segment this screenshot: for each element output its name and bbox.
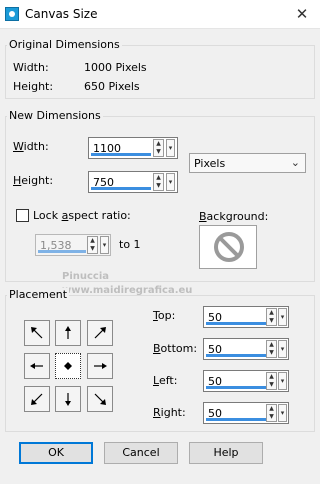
left-input[interactable]: 50 ▲ ▼ ▾ <box>203 370 289 392</box>
arrow-up-icon <box>65 326 71 339</box>
original-width-label: Width: <box>13 61 49 74</box>
chevron-down-icon[interactable]: ▾ <box>166 173 175 191</box>
bottom-input[interactable]: 50 ▲ ▼ ▾ <box>203 338 289 360</box>
original-height-label: Height: <box>13 80 54 93</box>
aspect-ratio-bar <box>38 250 86 253</box>
arrow-down-icon <box>65 393 71 406</box>
chevron-down-icon[interactable]: ▾ <box>166 139 175 157</box>
spin-arrows-icon[interactable]: ▲ ▼ <box>266 372 277 390</box>
title-bar: Canvas Size ✕ <box>0 0 320 29</box>
aspect-ratio-input[interactable]: 1,538 ▲ ▼ ▾ <box>35 234 111 256</box>
new-dimensions-title: New Dimensions <box>7 109 103 122</box>
close-button[interactable]: ✕ <box>292 4 312 24</box>
chevron-down-icon[interactable]: ▾ <box>278 372 287 390</box>
spin-arrows-icon[interactable]: ▲ ▼ <box>153 139 164 157</box>
right-label: Right: <box>153 406 186 419</box>
background-label: Background: <box>199 210 269 223</box>
anchor-bottom-left[interactable] <box>24 386 50 412</box>
spin-arrows-icon[interactable]: ▲ ▼ <box>266 308 277 326</box>
chevron-down-icon[interactable]: ▾ <box>278 340 287 358</box>
help-button[interactable]: Help <box>189 442 263 464</box>
original-dimensions-title: Original Dimensions <box>7 38 122 51</box>
arrow-down-left-icon <box>31 393 43 405</box>
units-value: Pixels <box>194 157 226 170</box>
spin-arrows-icon[interactable]: ▲ ▼ <box>266 340 277 358</box>
original-width-value: 1000 Pixels <box>84 61 147 74</box>
new-height-input[interactable]: 750 ▲ ▼ ▾ <box>88 171 178 193</box>
watermark-line1: Pinuccia <box>62 271 110 282</box>
app-icon <box>5 7 19 21</box>
cancel-button[interactable]: Cancel <box>104 442 178 464</box>
anchor-bottom-right[interactable] <box>87 386 113 412</box>
anchor-right[interactable] <box>87 353 113 379</box>
center-diamond-icon <box>64 362 72 370</box>
ok-button[interactable]: OK <box>19 442 93 464</box>
new-height-label: Height: <box>13 174 54 187</box>
window-title: Canvas Size <box>25 7 98 21</box>
top-input[interactable]: 50 ▲ ▼ ▾ <box>203 306 289 328</box>
units-select[interactable]: Pixels ⌄ <box>189 153 306 173</box>
spin-arrows-icon[interactable]: ▲ ▼ <box>87 236 98 254</box>
lock-aspect-label: Lock aspect ratio: <box>33 209 131 222</box>
anchor-left[interactable] <box>24 353 50 379</box>
ratio-to-label: to 1 <box>119 238 141 251</box>
forbidden-icon <box>214 232 244 262</box>
right-input[interactable]: 50 ▲ ▼ ▾ <box>203 402 289 424</box>
bottom-label: Bottom: <box>153 342 198 355</box>
chevron-down-icon: ⌄ <box>290 156 300 169</box>
arrow-up-right-icon <box>94 327 106 339</box>
chevron-down-icon[interactable]: ▾ <box>278 404 287 422</box>
left-label: Left: <box>153 374 178 387</box>
spin-arrows-icon[interactable]: ▲ ▼ <box>153 173 164 191</box>
arrow-right-icon <box>94 363 107 369</box>
lock-aspect-checkbox[interactable] <box>16 209 29 222</box>
arrow-down-right-icon <box>94 393 106 405</box>
background-swatch[interactable] <box>199 225 257 269</box>
new-width-label: Width: <box>13 140 49 153</box>
anchor-center[interactable] <box>55 353 81 379</box>
new-width-bar <box>91 153 151 156</box>
original-height-value: 650 Pixels <box>84 80 140 93</box>
anchor-top-right[interactable] <box>87 320 113 346</box>
placement-title: Placement <box>7 288 70 301</box>
chevron-down-icon[interactable]: ▾ <box>100 236 109 254</box>
anchor-bottom[interactable] <box>55 386 81 412</box>
anchor-top-left[interactable] <box>24 320 50 346</box>
new-height-bar <box>91 187 151 190</box>
chevron-down-icon[interactable]: ▾ <box>278 308 287 326</box>
arrow-up-left-icon <box>31 327 43 339</box>
arrow-left-icon <box>30 363 43 369</box>
new-width-input[interactable]: 1100 ▲ ▼ ▾ <box>88 137 178 159</box>
top-label: Top: <box>153 309 176 322</box>
anchor-top[interactable] <box>55 320 81 346</box>
spin-arrows-icon[interactable]: ▲ ▼ <box>266 404 277 422</box>
